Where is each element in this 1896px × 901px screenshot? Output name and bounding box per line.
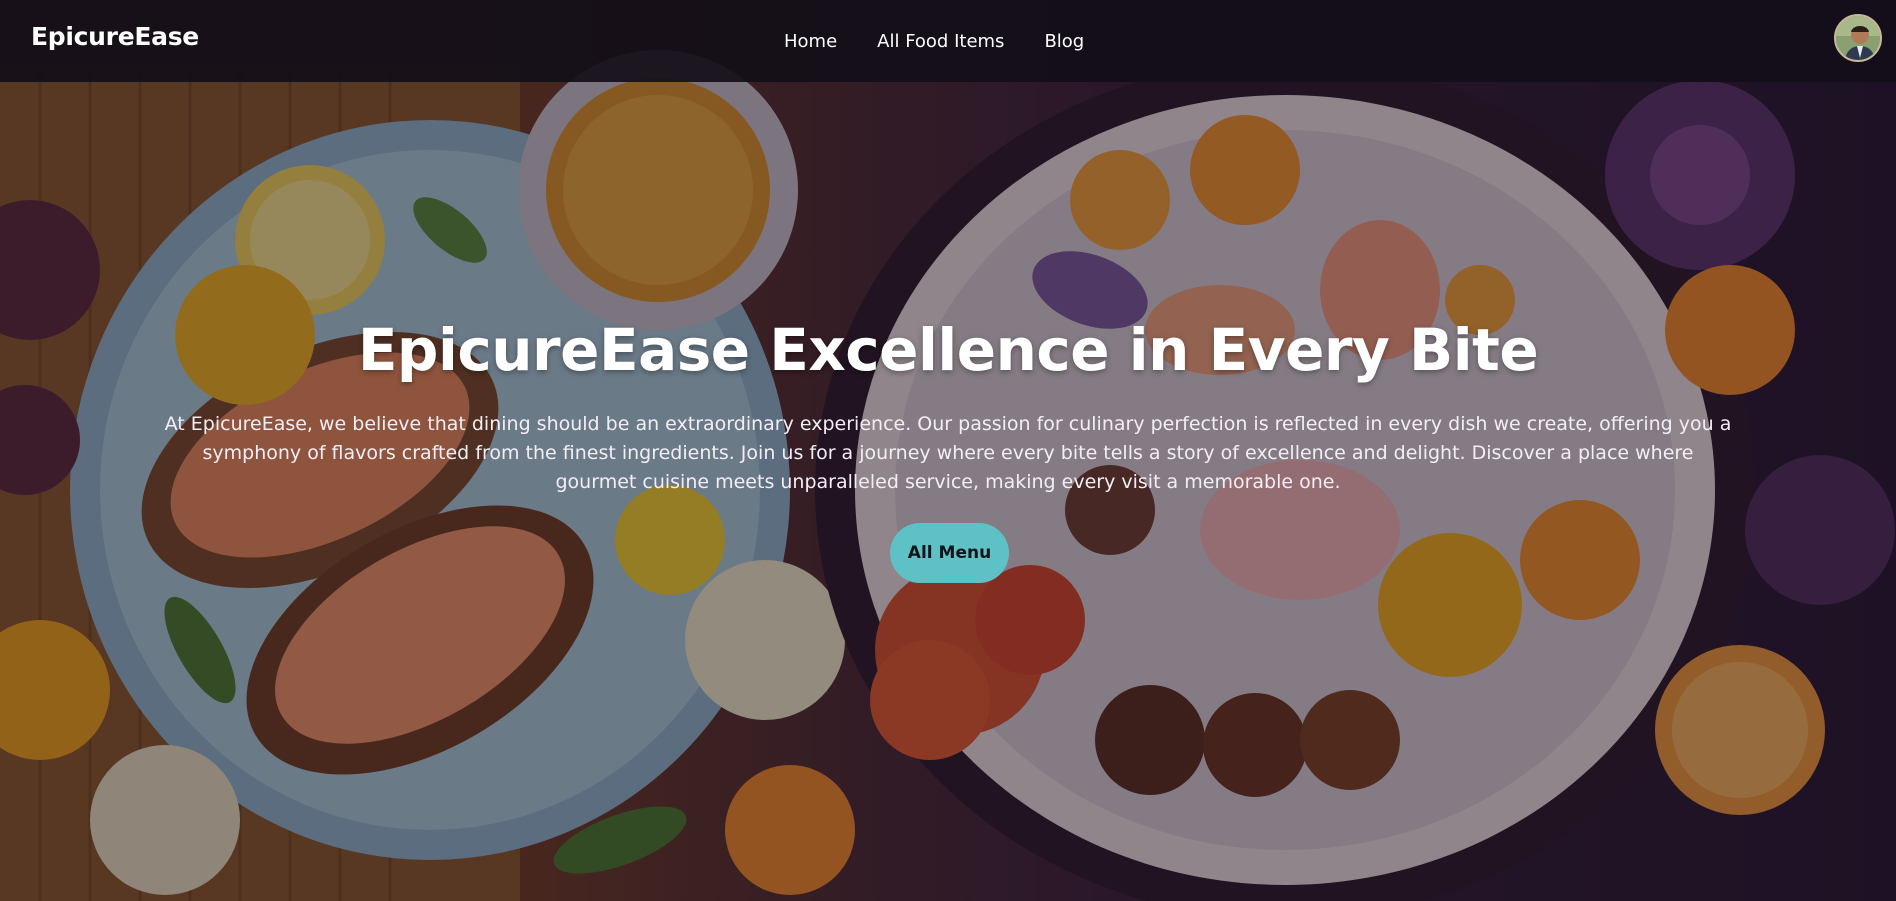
nav-link-home[interactable]: Home — [784, 31, 837, 52]
nav-links: Home All Food Items Blog — [784, 0, 1084, 82]
brand-logo[interactable]: EpicureEase — [31, 22, 199, 51]
hero-headline: EpicureEase Excellence in Every Bite — [357, 316, 1539, 384]
hero-description: At EpicureEase, we believe that dining s… — [164, 413, 1732, 493]
user-avatar-icon[interactable] — [1834, 14, 1882, 62]
all-menu-button[interactable]: All Menu — [890, 523, 1009, 583]
navbar: EpicureEase Home All Food Items Blog — [0, 0, 1896, 82]
nav-link-all-food-items[interactable]: All Food Items — [877, 31, 1004, 52]
nav-link-blog[interactable]: Blog — [1044, 31, 1084, 52]
avatar-portrait — [1836, 16, 1880, 60]
